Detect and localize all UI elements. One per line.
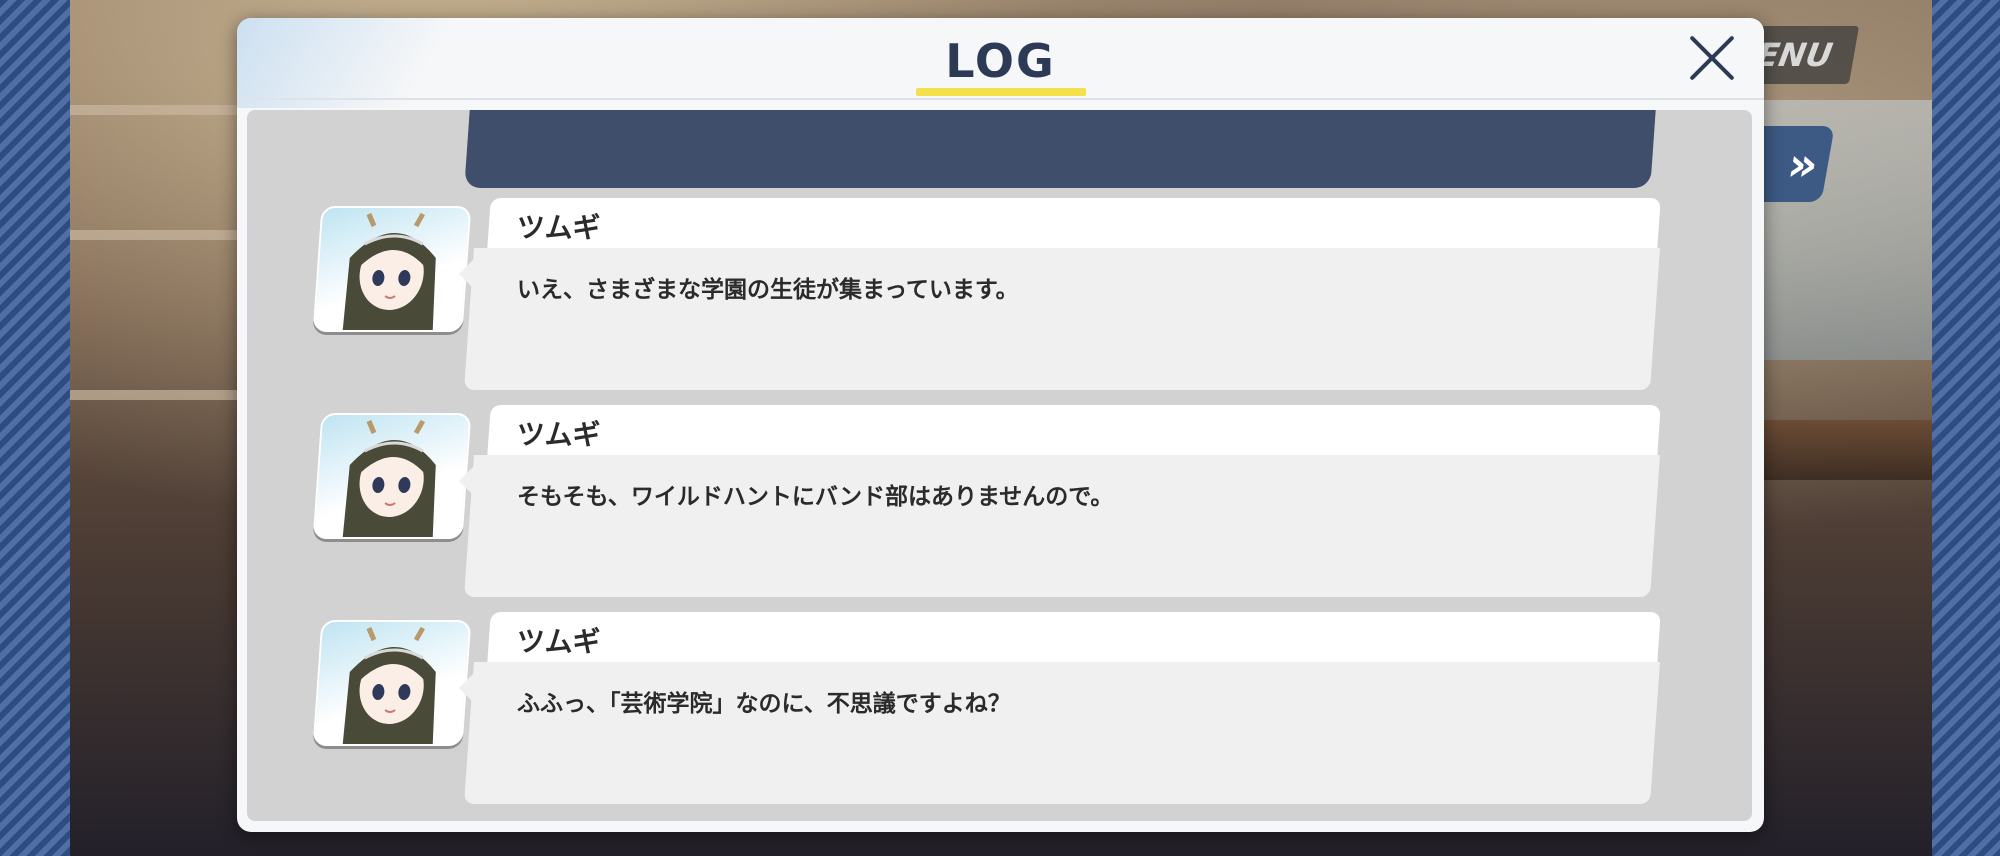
speaker-bar (487, 405, 1661, 457)
log-entry: ツムギ そもそも、ワイルドハントにバンド部はありませんので。 (247, 405, 1752, 601)
speaker-bar (487, 198, 1661, 250)
close-icon[interactable] (1684, 30, 1740, 86)
dialogue-text: そもそも、ワイルドハントにバンド部はありませんので。 (517, 484, 1114, 510)
log-entry: ツムギ ふふっ、「芸術学院」なのに、不思議ですよね？ (247, 612, 1752, 808)
log-title: LOG (945, 34, 1056, 88)
log-header: LOG (237, 18, 1764, 100)
shelf (70, 230, 240, 240)
bubble-tail (459, 467, 473, 495)
previous-entry-bar (464, 110, 1656, 188)
log-dialog: LOG ツムギ いえ、さまざまな学園の生徒が集まっています。 ツムギ そもそも、… (237, 18, 1764, 832)
bubble-tail (459, 674, 473, 702)
shelf (70, 390, 240, 400)
speaker-name: ツムギ (517, 418, 601, 451)
speaker-name: ツムギ (517, 211, 601, 244)
left-stripe-border (0, 0, 70, 856)
character-avatar (312, 413, 472, 539)
log-list[interactable]: ツムギ いえ、さまざまな学園の生徒が集まっています。 ツムギ そもそも、ワイルド… (247, 110, 1752, 821)
dialogue-bubble: ツムギ いえ、さまざまな学園の生徒が集まっています。 (459, 198, 1665, 390)
character-avatar (312, 620, 472, 746)
dialogue-bubble: ツムギ ふふっ、「芸術学院」なのに、不思議ですよね？ (459, 612, 1665, 804)
right-stripe-border (1932, 0, 2000, 856)
dialogue-text: いえ、さまざまな学園の生徒が集まっています。 (517, 277, 1019, 303)
title-underline (916, 88, 1086, 96)
shelf (70, 105, 240, 115)
speaker-name: ツムギ (517, 625, 601, 658)
dialogue-text: ふふっ、「芸術学院」なのに、不思議ですよね？ (517, 691, 1011, 717)
speaker-bar (487, 612, 1661, 664)
bubble-tail (459, 260, 473, 288)
log-entry: ツムギ いえ、さまざまな学園の生徒が集まっています。 (247, 198, 1752, 394)
dialogue-bubble: ツムギ そもそも、ワイルドハントにバンド部はありませんので。 (459, 405, 1665, 597)
table (1752, 420, 1932, 480)
character-avatar (312, 206, 472, 332)
